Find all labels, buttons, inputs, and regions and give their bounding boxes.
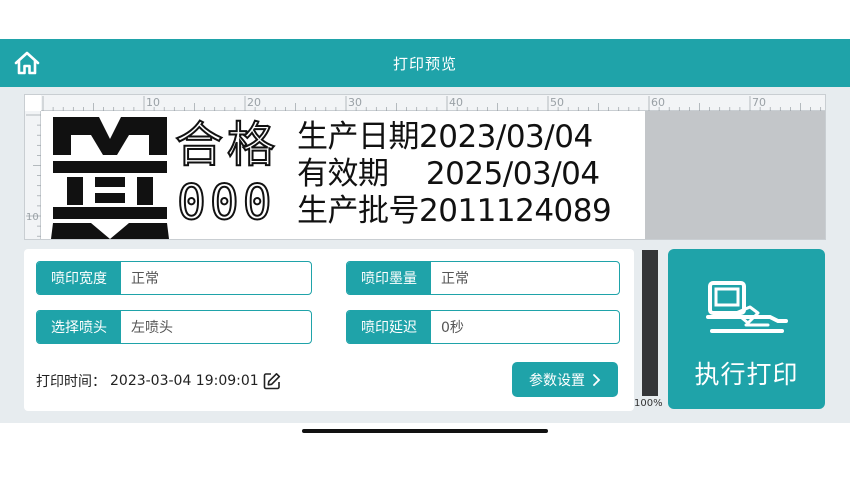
ruler-top: 10 20 30 40 50 60 70 — [41, 95, 825, 111]
spray-width-value: 正常 — [131, 271, 159, 287]
chevron-right-icon — [593, 373, 601, 386]
ink-amount-field[interactable]: 喷印墨量 正常 — [346, 261, 620, 295]
params-settings-label: 参数设置 — [529, 371, 585, 388]
params-settings-button[interactable]: 参数设置 — [512, 362, 618, 397]
print-delay-value: 0秒 — [441, 320, 464, 336]
page-title: 打印预览 — [392, 55, 457, 73]
printer-icon — [706, 281, 788, 333]
ruler-left: 10 — [25, 111, 41, 239]
print-delay-field[interactable]: 喷印延迟 0秒 — [346, 310, 620, 344]
print-delay-label: 喷印延迟 — [347, 311, 431, 343]
ruler-left-label: 10 — [26, 212, 39, 223]
ruler-top-label: 20 — [247, 96, 261, 109]
edit-icon[interactable] — [263, 372, 281, 390]
print-time: 打印时间： 2023-03-04 19:09:01 — [36, 371, 281, 391]
ruler-top-label: 60 — [651, 96, 665, 109]
execute-print-label: 执行打印 — [694, 360, 799, 389]
print-time-value: 2023-03-04 19:09:01 — [110, 373, 259, 389]
dot-chars-row2: 000 — [176, 175, 276, 231]
dot-chars-row1: 合格 — [174, 117, 280, 173]
home-indicator — [302, 429, 548, 433]
print-preview-canvas: 10 20 30 40 50 60 70 10 合格 000 生产日期2023/03/04 … — [24, 94, 826, 240]
dot-matrix-text: 合格 000 — [174, 117, 297, 235]
batch-number-line: 生产批号2011124089 — [297, 193, 612, 229]
nozzle-select-label: 选择喷头 — [37, 311, 121, 343]
ink-level-bar — [642, 250, 658, 396]
ruler-top-ticks: 10 20 30 40 50 60 70 — [42, 96, 822, 111]
nozzle-select-field[interactable]: 选择喷头 左喷头 — [36, 310, 312, 344]
spray-width-field[interactable]: 喷印宽度 正常 — [36, 261, 312, 295]
ruler-top-label: 30 — [348, 96, 362, 109]
nozzle-select-value: 左喷头 — [131, 320, 173, 336]
ruler-top-label: 40 — [449, 96, 463, 109]
execute-print-button[interactable]: 执行打印 — [668, 249, 825, 409]
ruler-left-ticks: 10 — [26, 114, 41, 237]
ruler-top-label: 50 — [550, 96, 564, 109]
print-settings-panel: 喷印宽度 正常 喷印墨量 正常 选择喷头 左喷头 喷印延迟 0秒 打印时间： 2… — [24, 249, 634, 411]
spray-width-label: 喷印宽度 — [37, 262, 121, 294]
production-date-line: 生产日期2023/03/04 — [297, 119, 593, 155]
print-time-label: 打印时间： — [36, 374, 106, 390]
top-bar: 打印预览 — [0, 39, 850, 87]
brand-logo-icon — [51, 117, 169, 239]
ink-amount-label: 喷印墨量 — [347, 262, 431, 294]
expiry-date-line: 有效期 2025/03/04 — [297, 156, 600, 192]
unprintable-area — [645, 111, 825, 239]
ruler-top-label: 70 — [752, 96, 766, 109]
ink-amount-value: 正常 — [441, 271, 469, 287]
ruler-top-label: 10 — [146, 96, 160, 109]
ink-level-label: 100% — [634, 398, 663, 409]
